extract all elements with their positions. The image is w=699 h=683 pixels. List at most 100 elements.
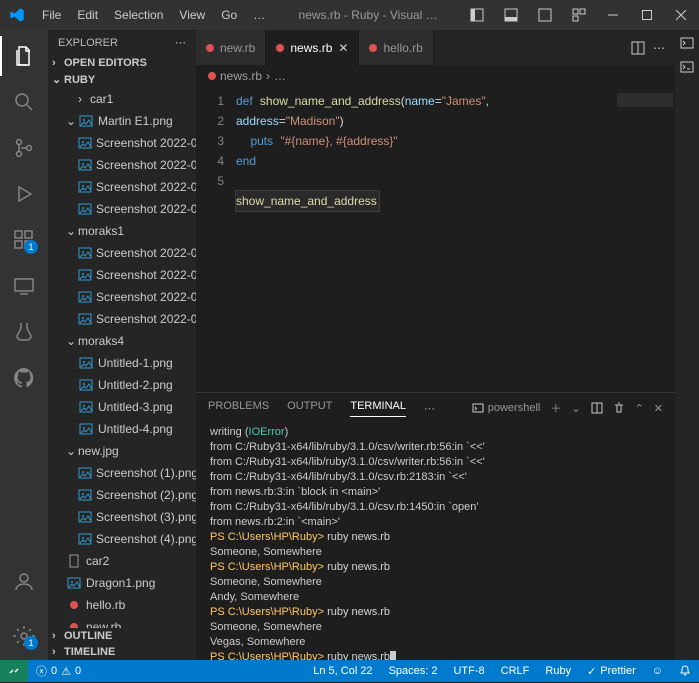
chevron-up-icon[interactable]: ⌃ [635,402,644,415]
maximize-button[interactable] [633,0,661,30]
terminal-action-icon[interactable] [680,36,694,50]
menu-selection[interactable]: Selection [106,4,171,26]
menu-more[interactable]: … [245,4,273,26]
breadcrumb[interactable]: news.rb›… [196,65,675,87]
tree-item[interactable]: Dragon1.png [48,572,196,594]
prettier[interactable]: ✓Prettier [579,660,644,682]
tree-item[interactable]: Screenshot (1).png [48,462,196,484]
tab-news[interactable]: news.rb✕ [266,30,359,65]
menu-go[interactable]: Go [213,4,245,26]
activity-remote[interactable] [0,266,48,306]
tree-item[interactable]: ⌄Martin E1.png [48,110,196,132]
image-icon [78,158,92,172]
statusbar: ⓧ0⚠0 Ln 5, Col 22 Spaces: 2 UTF-8 CRLF R… [0,660,699,682]
tree-item[interactable]: Screenshot 2022-01-… [48,132,196,154]
remote-button[interactable] [0,660,28,682]
image-icon [78,532,92,546]
tree-item[interactable]: Screenshot 2022-02-… [48,198,196,220]
bell-icon[interactable] [671,660,699,682]
activity-testing[interactable] [0,312,48,352]
explorer-more-icon[interactable]: ⋯ [175,36,186,49]
tree-item[interactable]: Screenshot 2022-02-… [48,286,196,308]
problems-button[interactable]: ⓧ0⚠0 [28,660,89,682]
timeline-section[interactable]: ›TIMELINE [48,644,196,660]
tree-item[interactable]: Screenshot 2022-01-… [48,264,196,286]
layout-right-icon[interactable] [531,0,559,30]
activity-debug[interactable] [0,174,48,214]
terminal-action2-icon[interactable] [680,60,694,74]
activity-explorer[interactable] [0,36,48,76]
tree-item[interactable]: Screenshot 2022-02-… [48,308,196,330]
minimap[interactable] [615,87,675,392]
tree-item[interactable]: Untitled-4.png [48,418,196,440]
eol[interactable]: CRLF [493,660,538,682]
activity-account[interactable] [0,562,48,602]
panel-more-icon[interactable]: ⋯ [424,402,435,415]
tree-item[interactable]: ⌄moraks1 [48,220,196,242]
terminal-dropdown[interactable]: powershell [472,402,541,414]
ruby-icon [276,44,284,52]
tree-item[interactable]: hello.rb [48,594,196,616]
outline-section[interactable]: ›OUTLINE [48,628,196,644]
menu-file[interactable]: File [34,4,69,26]
tree-item[interactable]: ›car1 [48,88,196,110]
tree-item[interactable]: Screenshot 2022-02-… [48,176,196,198]
tree-label: hello.rb [86,598,125,612]
new-terminal-icon[interactable]: ＋ [550,400,561,416]
close-button[interactable] [667,0,695,30]
close-icon[interactable]: ✕ [338,41,348,55]
tree-item[interactable]: Screenshot (3).png [48,506,196,528]
layout-bottom-icon[interactable] [497,0,525,30]
tree-label: car1 [90,92,113,106]
activity-scm[interactable] [0,128,48,168]
minimize-button[interactable] [599,0,627,30]
menu-edit[interactable]: Edit [69,4,106,26]
spaces[interactable]: Spaces: 2 [381,660,446,682]
layout-left-icon[interactable] [463,0,491,30]
image-icon [78,466,92,480]
tree-item[interactable]: ⌄new.jpg [48,440,196,462]
activity-github[interactable] [0,358,48,398]
ln-col[interactable]: Ln 5, Col 22 [305,660,380,682]
tree-item[interactable]: Untitled-3.png [48,396,196,418]
editor-content[interactable]: def show_name_and_address(name="James", … [236,87,675,392]
image-icon [78,510,92,524]
folder-section[interactable]: ⌄RUBY [48,71,196,88]
tree-label: moraks1 [78,224,124,238]
panel-problems[interactable]: PROBLEMS [208,400,269,416]
layout-custom-icon[interactable] [565,0,593,30]
panel-close-icon[interactable]: ✕ [654,402,663,415]
panel-terminal[interactable]: TERMINAL [350,400,406,417]
tree-item[interactable]: Screenshot (4).png [48,528,196,550]
chevron-down-icon[interactable]: ⌄ [571,402,580,415]
activity-settings[interactable]: 1 [0,616,48,656]
tree-item[interactable]: Untitled-1.png [48,352,196,374]
lang[interactable]: Ruby [537,660,579,682]
panel-output[interactable]: OUTPUT [287,400,332,416]
tree-item[interactable]: ⌄moraks4 [48,330,196,352]
split-terminal-icon[interactable] [591,402,603,414]
tab-new[interactable]: new.rb [196,30,266,65]
tree-item[interactable]: car2 [48,550,196,572]
tab-more-icon[interactable]: ⋯ [653,41,665,55]
trash-icon[interactable] [613,402,625,414]
tree-item[interactable]: Screenshot 2022-01-… [48,242,196,264]
ruby-icon [369,44,377,52]
tab-hello[interactable]: hello.rb [359,30,433,65]
encoding[interactable]: UTF-8 [445,660,492,682]
tree-item[interactable]: new.rb [48,616,196,628]
open-editors-section[interactable]: ›OPEN EDITORS [48,55,196,71]
activity-search[interactable] [0,82,48,122]
editor-tabs: new.rb news.rb✕ hello.rb ⋯ [196,30,675,65]
tree-item[interactable]: Screenshot (2).png [48,484,196,506]
activity-extensions[interactable]: 1 [0,220,48,260]
tree-label: Screenshot (1).png [96,466,196,480]
menu-view[interactable]: View [171,4,213,26]
tree-item[interactable]: Screenshot 2022-02-… [48,154,196,176]
tree-label: Dragon1.png [86,576,155,590]
split-icon[interactable] [631,41,645,55]
image-icon [78,400,94,414]
feedback-icon[interactable]: ☺ [644,660,671,682]
tree-item[interactable]: Untitled-2.png [48,374,196,396]
terminal-output[interactable]: writing (IOError) from C:/Ruby31-x64/lib… [196,423,675,660]
